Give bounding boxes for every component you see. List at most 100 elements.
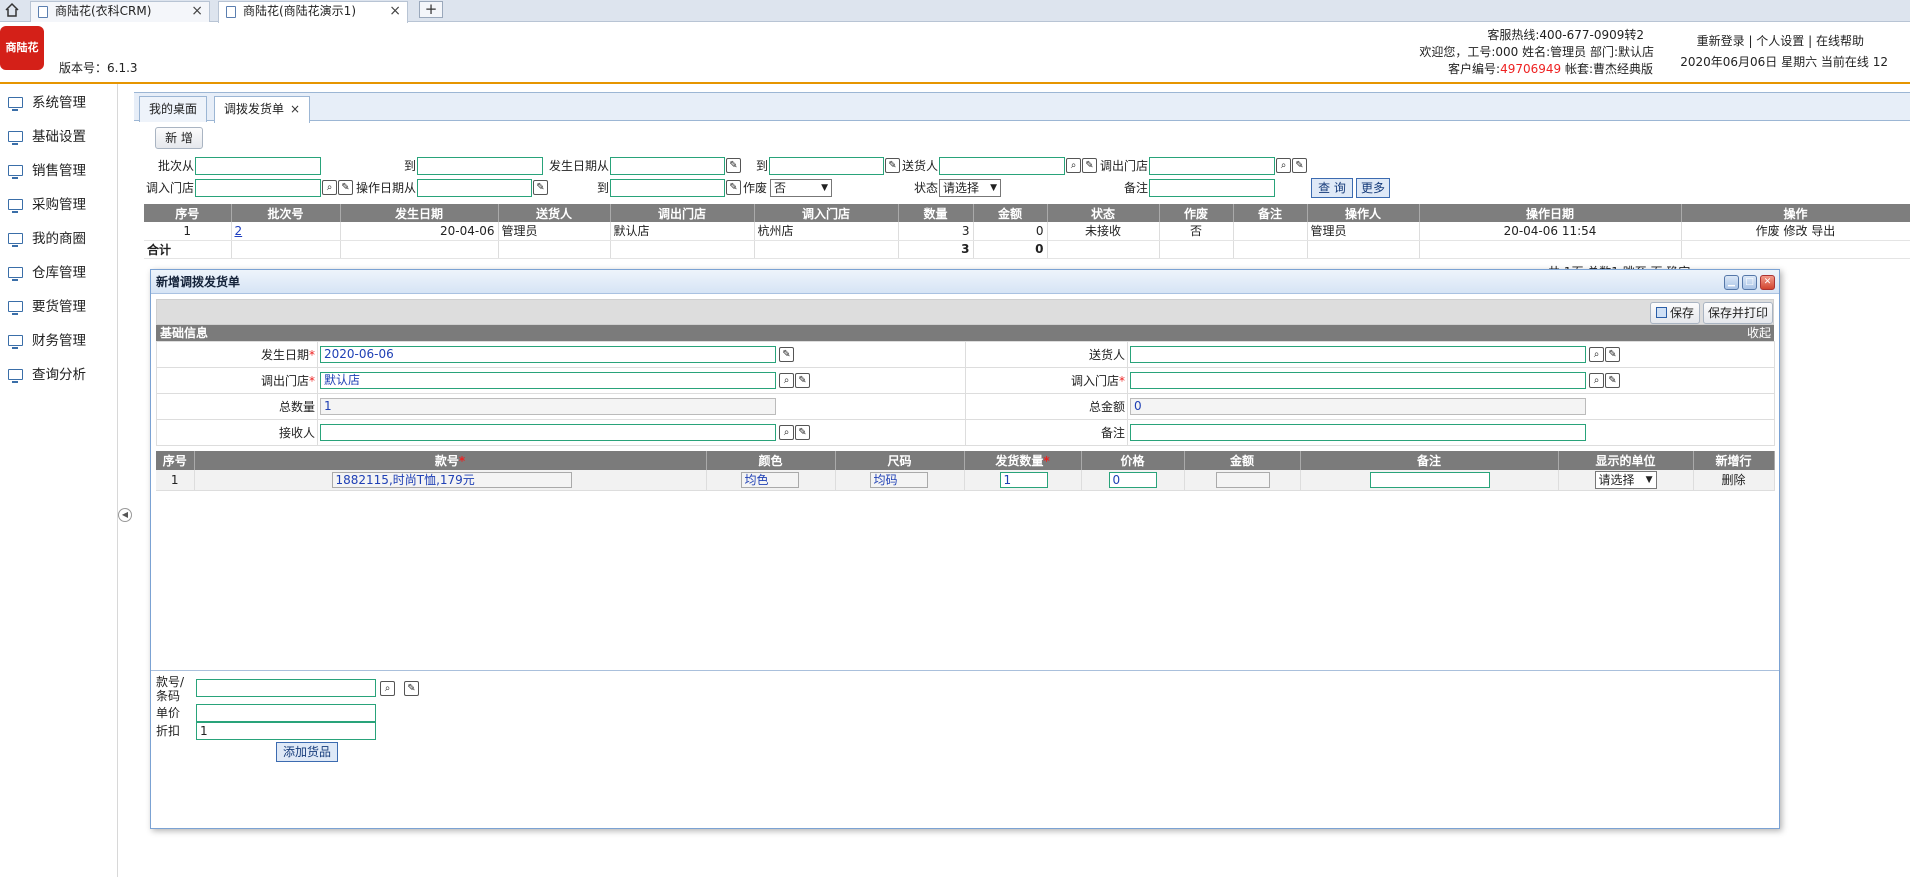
sidebar-item-requisition[interactable]: 要货管理 xyxy=(8,296,86,318)
new-button[interactable]: 新 增 xyxy=(155,127,203,149)
column-header[interactable]: 调出门店 xyxy=(610,204,755,222)
edit-icon[interactable]: ✎ xyxy=(1605,373,1620,388)
search-icon[interactable]: ⌕ xyxy=(1589,373,1604,388)
column-header[interactable]: 批次号 xyxy=(231,204,341,222)
search-icon[interactable]: ⌕ xyxy=(322,180,337,195)
column-header[interactable]: 操作 xyxy=(1681,204,1910,222)
close-icon[interactable]: ✕ xyxy=(1760,275,1775,290)
date-from-input[interactable] xyxy=(610,157,725,175)
add-item-button[interactable]: 添加货品 xyxy=(276,742,338,762)
more-button[interactable]: 更多 xyxy=(1356,178,1390,198)
tab-my-desktop[interactable]: 我的桌面 xyxy=(139,96,208,122)
unit-select[interactable]: 请选择 xyxy=(1594,471,1657,489)
column-header[interactable]: 状态 xyxy=(1047,204,1160,222)
sidebar-item-purchase[interactable]: 采购管理 xyxy=(8,194,86,216)
batch-link[interactable]: 2 xyxy=(235,224,243,238)
batch-from-input[interactable] xyxy=(195,157,321,175)
out-store-input[interactable] xyxy=(1149,157,1275,175)
item-remark-input[interactable] xyxy=(1369,472,1490,488)
edit-icon[interactable]: ✎ xyxy=(1292,158,1307,173)
search-icon[interactable]: ⌕ xyxy=(1276,158,1291,173)
in-store-input[interactable] xyxy=(1130,372,1586,389)
date-to-input[interactable] xyxy=(769,157,884,175)
edit-icon[interactable]: ✎ xyxy=(795,425,810,440)
edit-icon[interactable]: ✎ xyxy=(795,373,810,388)
search-icon[interactable]: ⌕ xyxy=(779,425,794,440)
search-icon[interactable]: ⌕ xyxy=(1066,158,1081,173)
color-input[interactable]: 均色 xyxy=(740,472,799,488)
delete-link[interactable]: 删除 xyxy=(1693,470,1775,491)
sender-input[interactable] xyxy=(939,157,1065,175)
close-tab-icon[interactable]: × xyxy=(191,2,203,21)
amount-input[interactable] xyxy=(1215,472,1270,488)
column-header[interactable]: 发生日期 xyxy=(340,204,499,222)
online-help-link[interactable]: 在线帮助 xyxy=(1816,34,1864,48)
personal-settings-link[interactable]: 个人设置 xyxy=(1756,34,1804,48)
sidebar-item-business-circle[interactable]: 我的商圈 xyxy=(8,228,86,250)
sku-barcode-input[interactable] xyxy=(196,679,376,697)
browser-tab-demo[interactable]: 商陆花(商陆花演示1) × xyxy=(218,1,408,23)
in-store-input[interactable] xyxy=(195,179,321,197)
save-print-button[interactable]: 保存并打印 xyxy=(1703,302,1773,324)
edit-icon[interactable]: ✎ xyxy=(533,180,548,195)
minimize-icon[interactable]: ▁ xyxy=(1724,275,1739,290)
close-tab-icon[interactable]: × xyxy=(389,2,401,21)
maximize-icon[interactable]: □ xyxy=(1742,275,1757,290)
cell-actions[interactable]: 作废 修改 导出 xyxy=(1681,222,1910,241)
sidebar-item-finance[interactable]: 财务管理 xyxy=(8,330,86,352)
edit-icon[interactable]: ✎ xyxy=(1082,158,1097,173)
table-row[interactable]: 1 2 20-04-06 管理员 默认店 杭州店 3 0 未接收 否 管理员 2… xyxy=(144,222,1910,241)
browser-tab-crm[interactable]: 商陆花(衣科CRM) × xyxy=(30,1,210,22)
new-tab-button[interactable]: + xyxy=(419,1,443,18)
size-input[interactable]: 均码 xyxy=(869,472,928,488)
sidebar-item-basic-settings[interactable]: 基础设置 xyxy=(8,126,86,148)
sidebar-item-query[interactable]: 查询分析 xyxy=(8,364,86,386)
unit-price-input[interactable] xyxy=(196,704,376,722)
relogin-link[interactable]: 重新登录 xyxy=(1697,34,1745,48)
receiver-input[interactable] xyxy=(320,424,776,441)
collapse-sidebar-icon[interactable]: ◀ xyxy=(118,508,132,522)
search-icon[interactable]: ⌕ xyxy=(779,373,794,388)
edit-icon[interactable]: ✎ xyxy=(726,180,741,195)
edit-icon[interactable]: ✎ xyxy=(404,681,419,696)
column-header[interactable]: 数量 xyxy=(898,204,974,222)
search-icon[interactable]: ⌕ xyxy=(1589,347,1604,362)
close-tab-icon[interactable]: × xyxy=(290,102,300,116)
op-date-from-input[interactable] xyxy=(417,179,532,197)
save-button[interactable]: 保存 xyxy=(1650,302,1700,324)
edit-icon[interactable]: ✎ xyxy=(779,347,794,362)
edit-icon[interactable]: ✎ xyxy=(338,180,353,195)
edit-icon[interactable]: ✎ xyxy=(726,158,741,173)
discount-input[interactable]: 1 xyxy=(196,722,376,740)
sidebar-item-system[interactable]: 系统管理 xyxy=(8,92,86,114)
edit-icon[interactable]: ✎ xyxy=(885,158,900,173)
home-icon[interactable] xyxy=(4,2,20,18)
sidebar-item-warehouse[interactable]: 仓库管理 xyxy=(8,262,86,284)
status-select[interactable]: 请选择 xyxy=(939,179,1001,197)
column-header[interactable]: 操作人 xyxy=(1307,204,1420,222)
sku-input[interactable]: 1882115,时尚T恤,179元 xyxy=(331,472,572,488)
sender-input[interactable] xyxy=(1130,346,1586,363)
column-header[interactable]: 金额 xyxy=(973,204,1048,222)
query-button[interactable]: 查 询 xyxy=(1311,178,1353,198)
qty-input[interactable]: 1 xyxy=(999,472,1048,488)
batch-to-input[interactable] xyxy=(417,157,543,175)
remark-input[interactable] xyxy=(1149,179,1275,197)
tab-transfer-shipment[interactable]: 调拨发货单 × xyxy=(214,96,311,123)
column-header[interactable]: 作废 xyxy=(1159,204,1234,222)
out-store-input[interactable]: 默认店 xyxy=(320,372,776,389)
op-date-to-input[interactable] xyxy=(610,179,725,197)
search-icon[interactable]: ⌕ xyxy=(380,681,395,696)
date-input[interactable]: 2020-06-06 xyxy=(320,346,776,363)
collapse-link[interactable]: 收起 xyxy=(1747,325,1771,341)
edit-icon[interactable]: ✎ xyxy=(1605,347,1620,362)
column-header[interactable]: 调入门店 xyxy=(754,204,899,222)
void-select[interactable]: 否 xyxy=(770,179,832,197)
sidebar-item-sales[interactable]: 销售管理 xyxy=(8,160,86,182)
column-header[interactable]: 序号 xyxy=(144,204,232,222)
column-header[interactable]: 操作日期 xyxy=(1419,204,1682,222)
remark-input[interactable] xyxy=(1130,424,1586,441)
price-input[interactable]: 0 xyxy=(1108,472,1157,488)
column-header[interactable]: 备注 xyxy=(1233,204,1308,222)
column-header[interactable]: 送货人 xyxy=(498,204,611,222)
